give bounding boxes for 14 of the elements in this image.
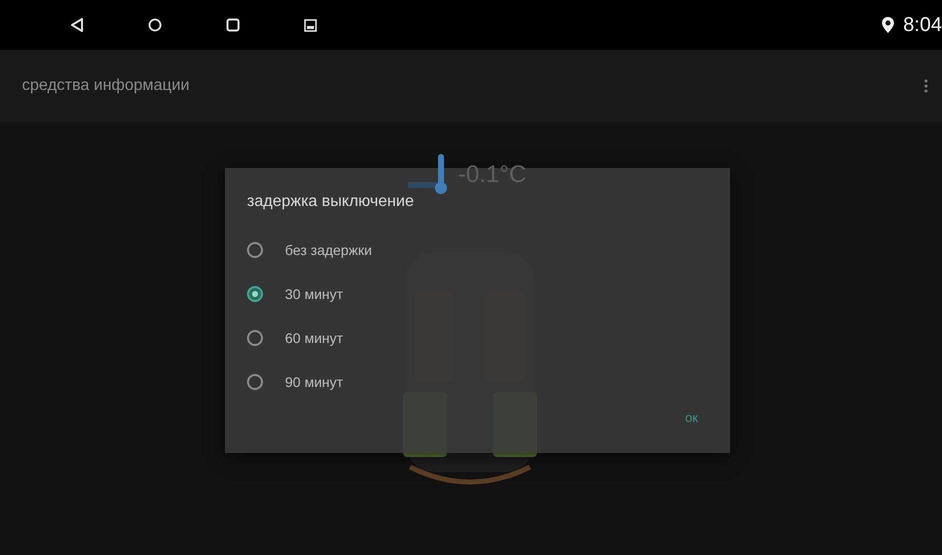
radio-option[interactable]: 30 минут (247, 272, 344, 316)
recents-icon[interactable] (226, 18, 240, 32)
temperature-reading: -0.1°C (458, 160, 526, 190)
back-icon[interactable] (70, 17, 84, 33)
radio-option[interactable]: без задержки (247, 228, 372, 272)
location-icon (881, 16, 896, 34)
app-title: средства информации (22, 76, 190, 96)
dialog-title: задержка выключение (247, 192, 415, 212)
radio-option[interactable]: 90 минут (247, 360, 344, 404)
more-options-icon[interactable] (924, 79, 928, 93)
picture-icon[interactable] (304, 18, 317, 32)
clock: 8:04 (903, 13, 942, 38)
radio-option[interactable]: 60 минут (247, 316, 344, 360)
home-icon[interactable] (148, 18, 162, 32)
